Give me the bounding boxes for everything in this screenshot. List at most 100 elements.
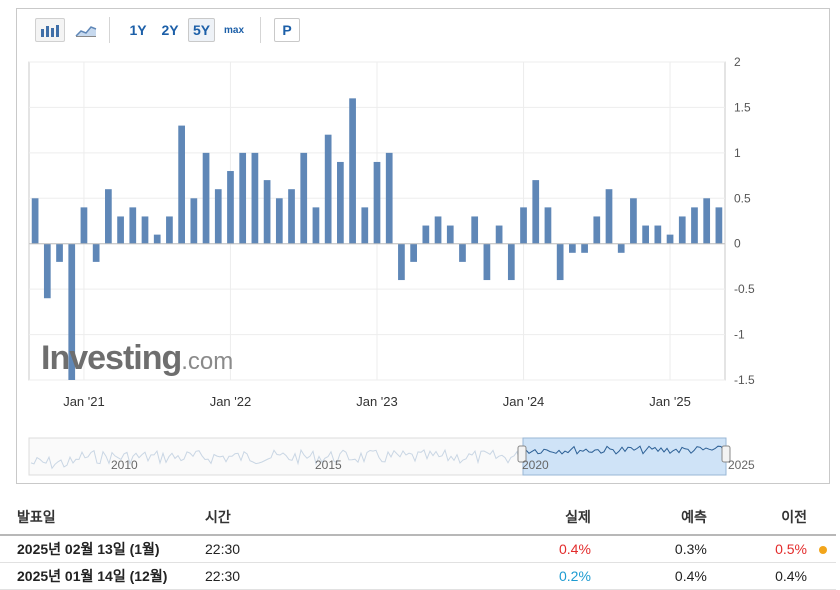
y-tick-label: -0.5: [734, 282, 755, 296]
x-tick-label: Jan '24: [503, 394, 545, 409]
bar: [495, 225, 503, 244]
x-tick-label: Jan '23: [356, 394, 398, 409]
range-1y-button[interactable]: 1Y: [125, 18, 151, 42]
row-previous-cell: 0.5%: [706, 535, 836, 563]
row-actual: 0.2%: [432, 562, 591, 590]
bar: [239, 152, 247, 244]
bar: [520, 207, 527, 244]
y-tick-label: -1.5: [734, 373, 755, 387]
y-tick-label: 0.5: [734, 191, 751, 205]
row-actual: 0.4%: [432, 535, 591, 563]
p-button[interactable]: P: [274, 18, 300, 42]
bar: [410, 243, 417, 262]
bar: [398, 243, 405, 281]
bar: [324, 134, 332, 244]
bar: [263, 180, 271, 244]
table-header-row: 발표일 시간 실제 예측 이전: [0, 500, 836, 536]
bar: [190, 198, 198, 244]
navigator-label: 2015: [315, 458, 342, 472]
header-time[interactable]: 시간: [205, 500, 433, 536]
bar: [56, 243, 63, 262]
y-tick-label: -1: [734, 328, 745, 342]
bar: [569, 243, 576, 253]
bar: [507, 243, 515, 281]
history-table: 발표일 시간 실제 예측 이전 2025년 02월 13일 (1월) 22:30…: [0, 500, 836, 590]
range-5y-button[interactable]: 5Y: [188, 18, 215, 42]
bar: [166, 216, 173, 244]
y-tick-label: 1.5: [734, 100, 751, 114]
navigator-label: 2010: [111, 458, 138, 472]
bar: [703, 198, 711, 244]
bar: [617, 243, 625, 253]
watermark-brand: Investing: [41, 339, 182, 377]
bar: [117, 216, 124, 244]
navigator[interactable]: 2010 2015 2020 2025: [17, 436, 829, 476]
bar: [227, 171, 234, 244]
bar: [153, 234, 161, 244]
table-row: 2025년 01월 14일 (12월) 22:30 0.2% 0.4% 0.4%: [0, 562, 836, 590]
row-forecast: 0.4%: [590, 562, 707, 590]
bar: [349, 98, 356, 244]
bar-chart-button[interactable]: [35, 18, 65, 42]
bar: [666, 234, 674, 244]
bar: [715, 207, 723, 244]
bar: [385, 152, 393, 244]
bar: [422, 225, 430, 244]
bar: [630, 198, 637, 244]
bar: [129, 207, 137, 244]
navigator-label: 2020: [522, 458, 549, 472]
bar: [251, 152, 259, 244]
bar: [459, 243, 466, 262]
header-date[interactable]: 발표일: [0, 500, 205, 536]
revision-marker-icon: [819, 546, 827, 555]
header-actual[interactable]: 실제: [432, 500, 591, 536]
area-chart-button[interactable]: [71, 18, 101, 42]
bar: [654, 225, 662, 244]
bar: [471, 216, 479, 244]
bar: [80, 207, 88, 244]
range-max-button[interactable]: max: [220, 18, 248, 42]
range-2y-button[interactable]: 2Y: [157, 18, 183, 42]
bar: [532, 180, 540, 244]
bar: [642, 225, 649, 244]
watermark-suffix: .com: [181, 348, 234, 375]
toolbar-separator: [109, 17, 110, 43]
navigator-selection[interactable]: [522, 437, 727, 476]
row-previous: 0.4%: [775, 568, 807, 584]
row-previous: 0.5%: [775, 541, 807, 557]
bar: [337, 161, 344, 244]
bar: [214, 189, 222, 244]
bar: [275, 198, 283, 244]
bar: [288, 189, 295, 244]
bar: [605, 189, 613, 244]
y-tick-label: 2: [734, 55, 741, 69]
bar: [141, 216, 149, 244]
row-forecast: 0.3%: [590, 535, 707, 563]
chart-frame: 1Y 2Y 5Y max P 2 1.5 1 0.5 0 -0.5 -1 -1.5 Jan '2…: [16, 8, 830, 484]
row-time: 22:30: [205, 535, 433, 563]
header-forecast[interactable]: 예측: [590, 500, 707, 536]
navigator-label: 2025: [728, 458, 755, 472]
bar: [361, 207, 369, 244]
area-chart-icon: [75, 26, 97, 37]
bar: [434, 216, 442, 244]
row-date: 2025년 01월 14일 (12월): [0, 562, 205, 590]
bar-chart: 2 1.5 1 0.5 0 -0.5 -1 -1.5 Jan '21 Jan '22 Jan '23…: [28, 55, 755, 409]
bar: [202, 152, 210, 244]
header-previous[interactable]: 이전: [706, 500, 836, 536]
bar: [31, 198, 39, 244]
investing-watermark: Investing .com: [41, 339, 233, 378]
bar-chart-icon: [41, 25, 59, 37]
bar: [483, 243, 491, 281]
x-tick-label: Jan '22: [210, 394, 252, 409]
toolbar-separator: [260, 17, 261, 43]
bar: [92, 243, 100, 262]
x-tick-label: Jan '25: [649, 394, 691, 409]
bar: [556, 243, 564, 281]
table-row: 2025년 02월 13일 (1월) 22:30 0.4% 0.3% 0.5%: [0, 535, 836, 563]
bar: [43, 243, 51, 299]
x-tick-label: Jan '21: [63, 394, 105, 409]
row-time: 22:30: [205, 562, 433, 590]
bar: [178, 125, 185, 244]
bar: [446, 225, 454, 244]
